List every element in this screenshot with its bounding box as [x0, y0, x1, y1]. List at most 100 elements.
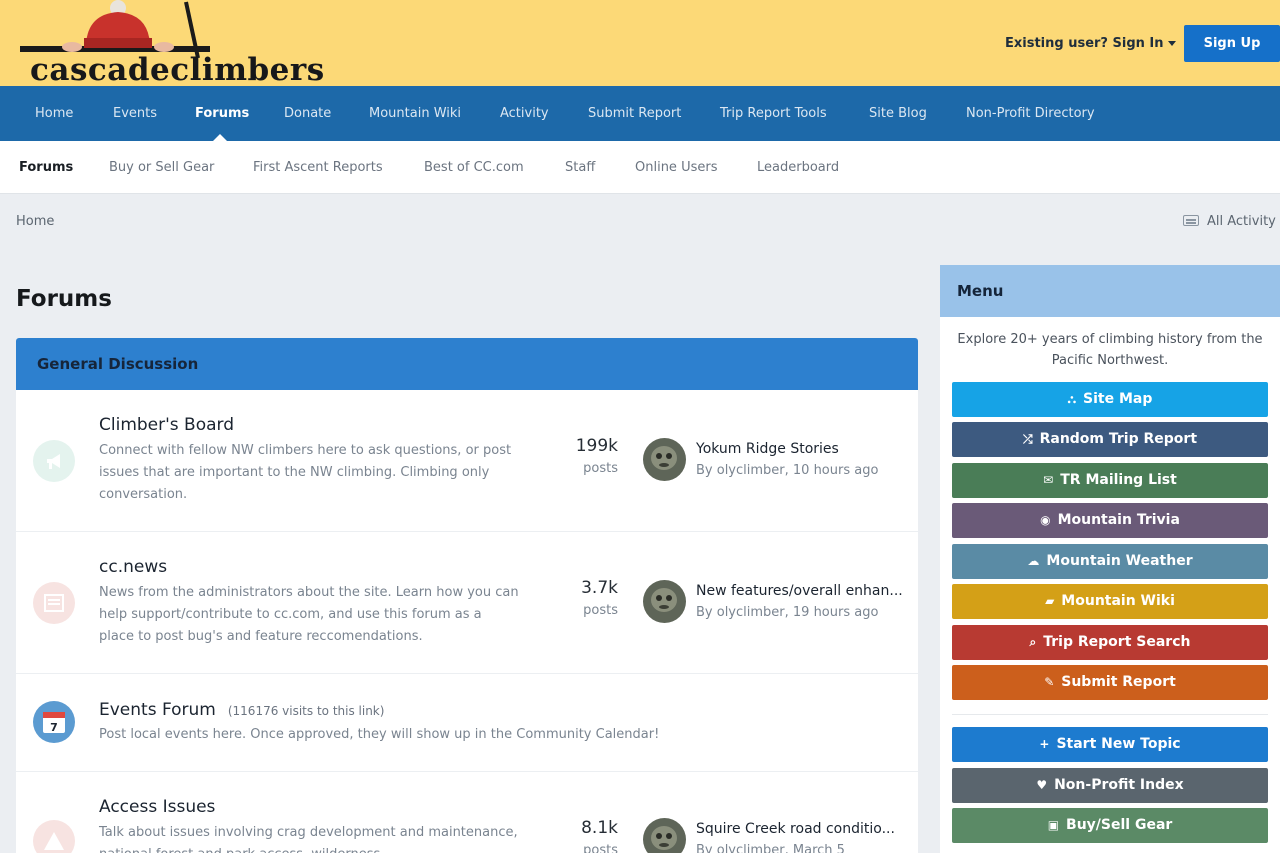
buy-sell-gear-button[interactable]: ▣ Buy/Sell Gear: [952, 808, 1268, 843]
sign-in-dropdown[interactable]: Existing user? Sign In: [1005, 36, 1176, 51]
megaphone-icon: [33, 440, 75, 482]
sitemap-icon: ⛬: [1067, 392, 1077, 406]
nav-item-forums[interactable]: Forums: [195, 86, 249, 141]
forum-category-panel: General Discussion Climber's Board Conne…: [16, 338, 918, 853]
logo-wordmark: cascadeclimbers: [30, 52, 325, 88]
start-new-topic-button[interactable]: + Start New Topic: [952, 727, 1268, 762]
site-header: cascadeclimbers Existing user? Sign In S…: [0, 0, 1280, 88]
post-count-label: posts: [583, 461, 618, 476]
all-activity-link[interactable]: All Activity: [1183, 214, 1276, 229]
nav-item-home[interactable]: Home: [35, 86, 73, 141]
non-profit-index-button[interactable]: ♥ Non-Profit Index: [952, 768, 1268, 803]
avatar[interactable]: [643, 580, 686, 623]
last-post-title[interactable]: Squire Creek road conditio...: [696, 821, 895, 837]
sign-in-label: Existing user? Sign In: [1005, 36, 1164, 51]
post-count: 3.7k: [581, 578, 618, 598]
last-post-author[interactable]: By olyclimber, 10 hours ago: [696, 463, 878, 478]
subnav-item-first-ascent-reports[interactable]: First Ascent Reports: [253, 141, 383, 194]
nav-item-non-profit-directory[interactable]: Non-Profit Directory: [966, 86, 1095, 141]
subnav-item-leaderboard[interactable]: Leaderboard: [757, 141, 839, 194]
post-count: 8.1k: [581, 818, 618, 838]
nav-item-trip-report-tools[interactable]: Trip Report Tools: [720, 86, 827, 141]
forum-row: Access Issues Talk about issues involvin…: [16, 772, 918, 853]
nav-item-submit-report[interactable]: Submit Report: [588, 86, 681, 141]
active-nav-indicator: [213, 134, 227, 141]
nav-item-donate[interactable]: Donate: [284, 86, 331, 141]
page-title: Forums: [16, 286, 112, 312]
trip-report-search-button[interactable]: ⌕ Trip Report Search: [952, 625, 1268, 660]
forum-title[interactable]: cc.news: [99, 557, 167, 577]
mountain-weather-button[interactable]: ☁ Mountain Weather: [952, 544, 1268, 579]
nav-item-activity[interactable]: Activity: [500, 86, 549, 141]
sidebar-title: Menu: [940, 265, 1280, 317]
forum-row: cc.news News from the administrators abo…: [16, 532, 918, 674]
sign-up-button[interactable]: Sign Up: [1184, 25, 1280, 62]
forum-description: News from the administrators about the s…: [99, 585, 519, 644]
tr-mailing-list-button[interactable]: ✉ TR Mailing List: [952, 463, 1268, 498]
forum-row: Climber's Board Connect with fellow NW c…: [16, 390, 918, 532]
forum-description: Talk about issues involving crag develop…: [99, 825, 518, 853]
last-post-author[interactable]: By olyclimber, 19 hours ago: [696, 605, 878, 620]
last-post-title[interactable]: New features/overall enhan...: [696, 583, 903, 599]
envelope-icon: ✉: [1043, 473, 1054, 487]
nav-item-site-blog[interactable]: Site Blog: [869, 86, 927, 141]
forum-title[interactable]: Climber's Board: [99, 415, 234, 435]
calendar-icon: 7: [33, 701, 75, 743]
button-label: Mountain Wiki: [1061, 593, 1175, 609]
visit-count: (116176 visits to this link): [227, 704, 385, 718]
nav-item-events[interactable]: Events: [113, 86, 157, 141]
category-title[interactable]: General Discussion: [16, 338, 918, 390]
calendar-day: 7: [50, 721, 58, 734]
nav-item-mountain-wiki[interactable]: Mountain Wiki: [369, 86, 461, 141]
avatar[interactable]: [643, 438, 686, 481]
subnav-item-online-users[interactable]: Online Users: [635, 141, 717, 194]
book-icon: ▰: [1045, 594, 1055, 608]
newspaper-icon: [33, 582, 75, 624]
warning-icon: [33, 820, 75, 853]
mountain-wiki-button[interactable]: ▰ Mountain Wiki: [952, 584, 1268, 619]
newspaper-icon: [1183, 215, 1199, 226]
forum-title[interactable]: Events Forum (116176 visits to this link): [99, 700, 384, 720]
subnav-item-staff[interactable]: Staff: [565, 141, 595, 194]
sidebar-intro: Explore 20+ years of climbing history fr…: [957, 332, 1263, 368]
forum-row: 7 Events Forum (116176 visits to this lin…: [16, 674, 918, 772]
button-label: Site Map: [1083, 391, 1153, 407]
shopping-bag-icon: ▣: [1047, 818, 1060, 832]
button-label: Non-Profit Index: [1054, 777, 1184, 793]
forum-title[interactable]: Access Issues: [99, 797, 215, 817]
submit-report-button[interactable]: ✎ Submit Report: [952, 665, 1268, 700]
breadcrumb-home[interactable]: Home: [16, 214, 54, 229]
last-post-title[interactable]: Yokum Ridge Stories: [696, 441, 839, 457]
camera-icon: ◉: [1040, 513, 1051, 527]
subnav-item-forums[interactable]: Forums: [19, 141, 73, 194]
button-label: Start New Topic: [1056, 736, 1181, 752]
post-count-label: posts: [583, 603, 618, 618]
caret-down-icon: [1167, 41, 1176, 46]
last-post-author[interactable]: By olyclimber, March 5: [696, 843, 845, 853]
button-label: Mountain Trivia: [1057, 512, 1180, 528]
secondary-nav: Forums Buy or Sell Gear First Ascent Rep…: [0, 141, 1280, 194]
forum-title-text: Events Forum: [99, 700, 216, 720]
mountain-trivia-button[interactable]: ◉ Mountain Trivia: [952, 503, 1268, 538]
button-label: Trip Report Search: [1043, 634, 1191, 650]
post-count: 199k: [575, 436, 618, 456]
button-label: Mountain Weather: [1046, 553, 1193, 569]
subnav-item-best-of-cc[interactable]: Best of CC.com: [424, 141, 524, 194]
forum-description: Post local events here. Once approved, t…: [99, 727, 660, 742]
random-trip-report-button[interactable]: ⤮ Random Trip Report: [952, 422, 1268, 457]
button-label: Submit Report: [1061, 674, 1176, 690]
pencil-icon: ✎: [1044, 675, 1055, 689]
button-label: Buy/Sell Gear: [1066, 817, 1173, 833]
sidebar-menu: Menu Explore 20+ years of climbing histo…: [940, 265, 1280, 853]
forum-description: Connect with fellow NW climbers here to …: [99, 443, 512, 502]
primary-nav: Home Events Forums Donate Mountain Wiki …: [0, 86, 1280, 141]
shuffle-icon: ⤮: [1022, 432, 1033, 446]
all-activity-label: All Activity: [1207, 214, 1276, 229]
site-logo[interactable]: cascadeclimbers: [14, 0, 386, 88]
site-map-button[interactable]: ⛬ Site Map: [952, 382, 1268, 417]
cloud-icon: ☁: [1027, 554, 1040, 568]
heart-icon: ♥: [1036, 778, 1048, 792]
button-label: Random Trip Report: [1039, 431, 1198, 447]
avatar[interactable]: [643, 818, 686, 853]
subnav-item-buy-sell-gear[interactable]: Buy or Sell Gear: [109, 141, 214, 194]
